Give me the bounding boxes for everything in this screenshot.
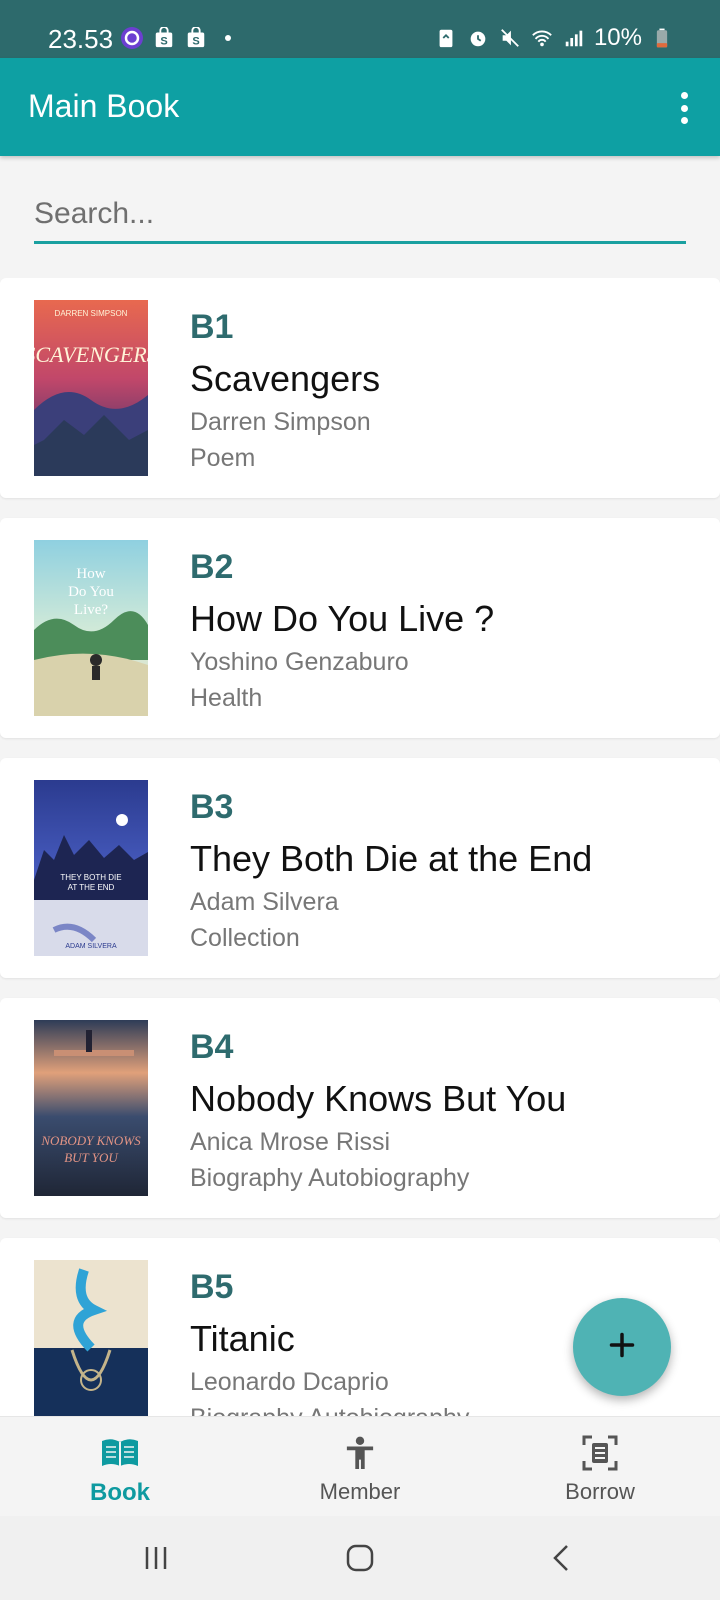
nav-label-borrow: Borrow xyxy=(565,1479,635,1504)
add-book-button[interactable] xyxy=(573,1298,671,1396)
book-title: Nobody Knows But You xyxy=(190,1078,567,1119)
svg-text:THEY BOTH DIE: THEY BOTH DIE xyxy=(60,873,121,882)
book-cover-image: THEY BOTH DIE AT THE END ADAM SILVERA xyxy=(34,780,148,956)
book-title: How Do You Live ? xyxy=(190,598,495,639)
book-open-icon xyxy=(98,1431,142,1475)
book-author: Yoshino Genzaburo xyxy=(190,648,409,676)
book-genre: Health xyxy=(190,684,263,712)
book-code: B5 xyxy=(190,1268,234,1306)
book-genre: Biography Autobiography xyxy=(190,1404,469,1416)
shopping-bag-icon: S xyxy=(184,26,208,50)
book-cover-image: How Do You Live? xyxy=(34,540,148,716)
status-time: 23.53 xyxy=(48,24,114,54)
list-item[interactable]: How Do You Live? B2 How Do You Live ? Yo… xyxy=(0,518,720,738)
book-author: Anica Mrose Rissi xyxy=(190,1128,391,1156)
book-cover-image: SCAVENGERS DARREN SIMPSON xyxy=(34,300,148,476)
battery-icon xyxy=(650,26,674,50)
shopping-bag-icon: S xyxy=(152,26,176,50)
svg-text:S: S xyxy=(192,35,199,47)
svg-text:BUT YOU: BUT YOU xyxy=(64,1150,119,1165)
svg-text:DARREN SIMPSON: DARREN SIMPSON xyxy=(55,309,128,318)
list-item[interactable]: THEY BOTH DIE AT THE END ADAM SILVERA B3… xyxy=(0,758,720,978)
search-field xyxy=(34,190,686,244)
list-item[interactable]: SCAVENGERS DARREN SIMPSON B1 Scavengers … xyxy=(0,278,720,498)
svg-text:Live?: Live? xyxy=(74,602,108,618)
ring-app-icon xyxy=(120,26,144,50)
book-list[interactable]: SCAVENGERS DARREN SIMPSON B1 Scavengers … xyxy=(0,278,720,1416)
svg-text:Do You: Do You xyxy=(68,584,114,600)
person-icon xyxy=(338,1431,382,1475)
svg-text:SCAVENGERS: SCAVENGERS xyxy=(34,342,148,367)
book-title: Scavengers xyxy=(190,358,381,399)
book-cover-image: TITANIC xyxy=(34,1260,148,1416)
battery-percent: 10% xyxy=(593,24,642,51)
book-genre: Biography Autobiography xyxy=(190,1164,470,1192)
book-author: Adam Silvera xyxy=(190,888,339,916)
notification-icons: S S xyxy=(120,26,240,50)
dot-icon xyxy=(216,26,240,50)
document-scan-icon xyxy=(578,1431,622,1475)
page-title: Main Book xyxy=(28,88,180,124)
svg-text:AT THE END: AT THE END xyxy=(68,883,115,892)
system-navigation-bar xyxy=(0,1516,720,1600)
signal-icon xyxy=(562,26,586,50)
svg-text:How: How xyxy=(76,566,105,582)
book-code: B4 xyxy=(190,1028,234,1066)
book-genre: Poem xyxy=(190,444,256,472)
search-input[interactable] xyxy=(34,190,686,238)
nav-label-book: Book xyxy=(90,1479,150,1506)
book-title: Titanic xyxy=(190,1318,295,1359)
mute-icon xyxy=(498,26,522,50)
overflow-menu-icon[interactable] xyxy=(678,92,690,124)
back-button[interactable] xyxy=(538,1536,586,1580)
wifi-icon xyxy=(530,26,554,50)
svg-text:S: S xyxy=(160,35,167,47)
plus-icon xyxy=(608,1331,636,1363)
home-button[interactable] xyxy=(336,1536,384,1580)
app-bar: Main Book xyxy=(0,58,720,156)
book-code: B2 xyxy=(190,548,234,586)
alarm-icon xyxy=(466,26,490,50)
nav-item-member[interactable]: Member xyxy=(240,1417,480,1517)
list-item[interactable]: NOBODY KNOWS BUT YOU B4 Nobody Knows But… xyxy=(0,998,720,1218)
recent-apps-button[interactable] xyxy=(132,1536,180,1580)
bottom-navigation: Book Member Borrow xyxy=(0,1416,720,1516)
battery-saver-icon xyxy=(434,26,458,50)
book-author: Leonardo Dcaprio xyxy=(190,1368,389,1396)
book-code: B3 xyxy=(190,788,234,826)
nav-item-borrow[interactable]: Borrow xyxy=(480,1417,720,1517)
nav-item-book[interactable]: Book xyxy=(0,1417,240,1517)
nav-label-member: Member xyxy=(319,1479,401,1504)
book-cover-image: NOBODY KNOWS BUT YOU xyxy=(34,1020,148,1196)
svg-text:ADAM SILVERA: ADAM SILVERA xyxy=(65,943,117,950)
book-author: Darren Simpson xyxy=(190,408,371,436)
status-bar: 23.53 S S 10% xyxy=(0,0,720,58)
book-code: B1 xyxy=(190,308,234,346)
book-genre: Collection xyxy=(190,924,300,952)
system-status-icons: 10% xyxy=(434,24,674,52)
svg-text:NOBODY KNOWS: NOBODY KNOWS xyxy=(40,1133,141,1148)
book-title: They Both Die at the End xyxy=(190,838,593,879)
